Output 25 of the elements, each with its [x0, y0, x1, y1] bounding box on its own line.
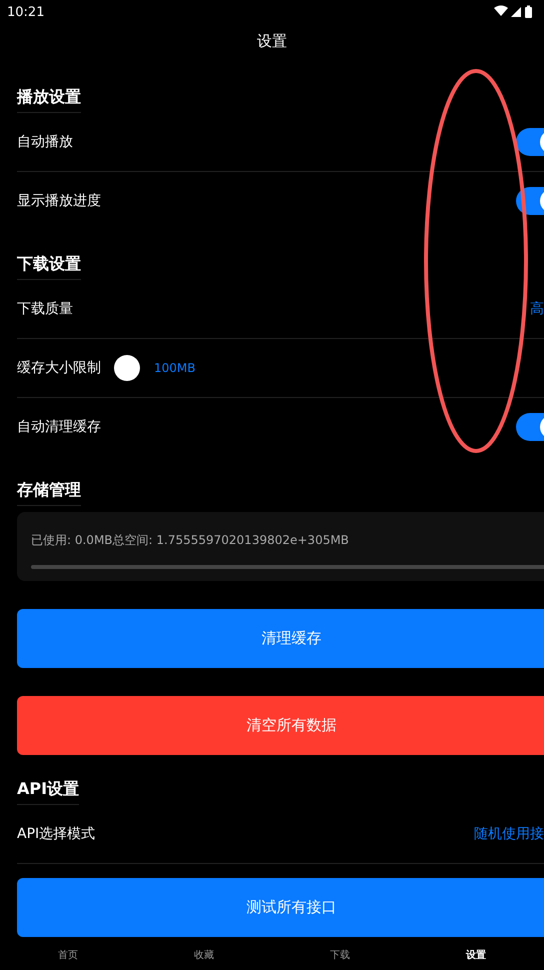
- action-button[interactable]: 清理缓存: [17, 609, 544, 668]
- setting-value[interactable]: 随机使用接: [474, 825, 544, 843]
- action-button[interactable]: 清空所有数据: [17, 696, 544, 755]
- setting-label: 缓存大小限制: [17, 359, 101, 377]
- page-title: 设置: [256, 31, 288, 52]
- nav-tab[interactable]: 首页: [0, 948, 136, 962]
- section-title: 存储管理: [17, 474, 81, 506]
- status-icons: [494, 5, 534, 19]
- slider-thumb[interactable]: [114, 355, 140, 381]
- setting-label: 自动播放: [17, 133, 73, 151]
- section-title: API设置: [17, 773, 80, 805]
- setting-value[interactable]: 高: [530, 300, 544, 318]
- section-title: 下载设置: [17, 248, 81, 280]
- setting-label: 显示播放进度: [17, 192, 101, 210]
- setting-label: 下载质量: [17, 300, 73, 318]
- setting-label: API选择模式: [17, 825, 96, 843]
- action-button[interactable]: 测试所有接口: [17, 878, 544, 937]
- nav-tab[interactable]: 收藏: [136, 948, 272, 962]
- nav-tab[interactable]: 下载: [272, 948, 408, 962]
- storage-text: 已使用: 0.0MB总空间: 1.7555597020139802e+305MB: [31, 532, 350, 549]
- section-title: 播放设置: [17, 81, 81, 113]
- setting-label: 自动清理缓存: [17, 418, 101, 436]
- slider-reading: 100MB: [154, 361, 196, 375]
- status-time: 10:21: [7, 4, 44, 20]
- nav-tab[interactable]: 设置: [408, 948, 544, 962]
